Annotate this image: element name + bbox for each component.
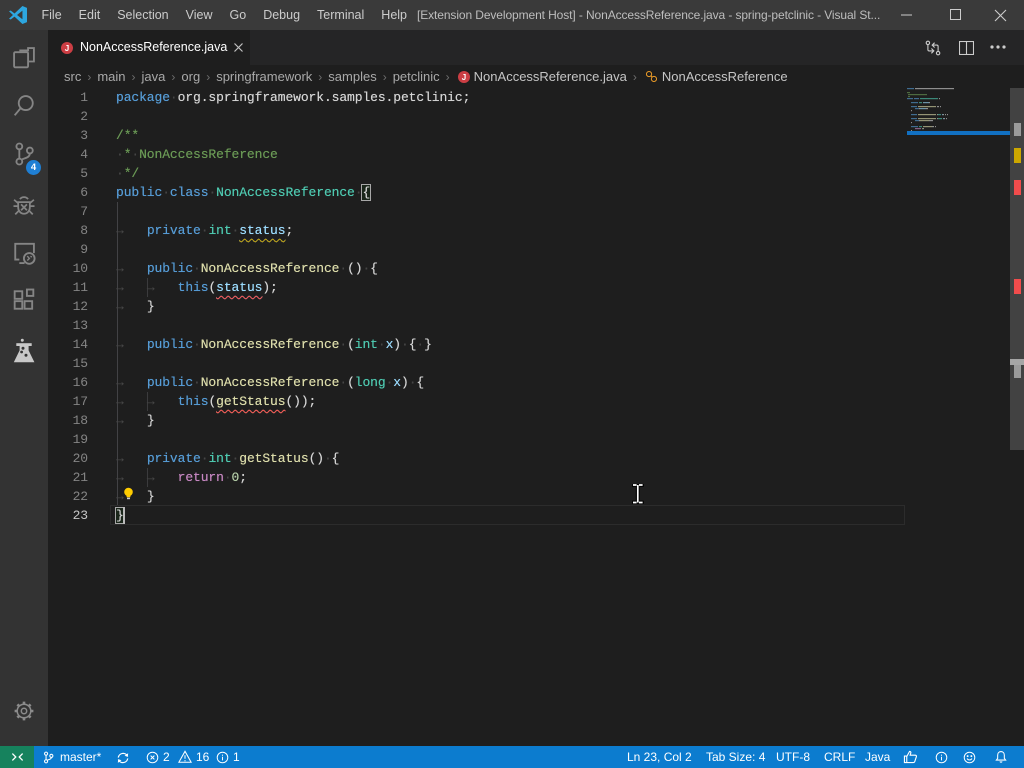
svg-text:J: J [461,72,465,81]
svg-text:J: J [65,43,69,52]
